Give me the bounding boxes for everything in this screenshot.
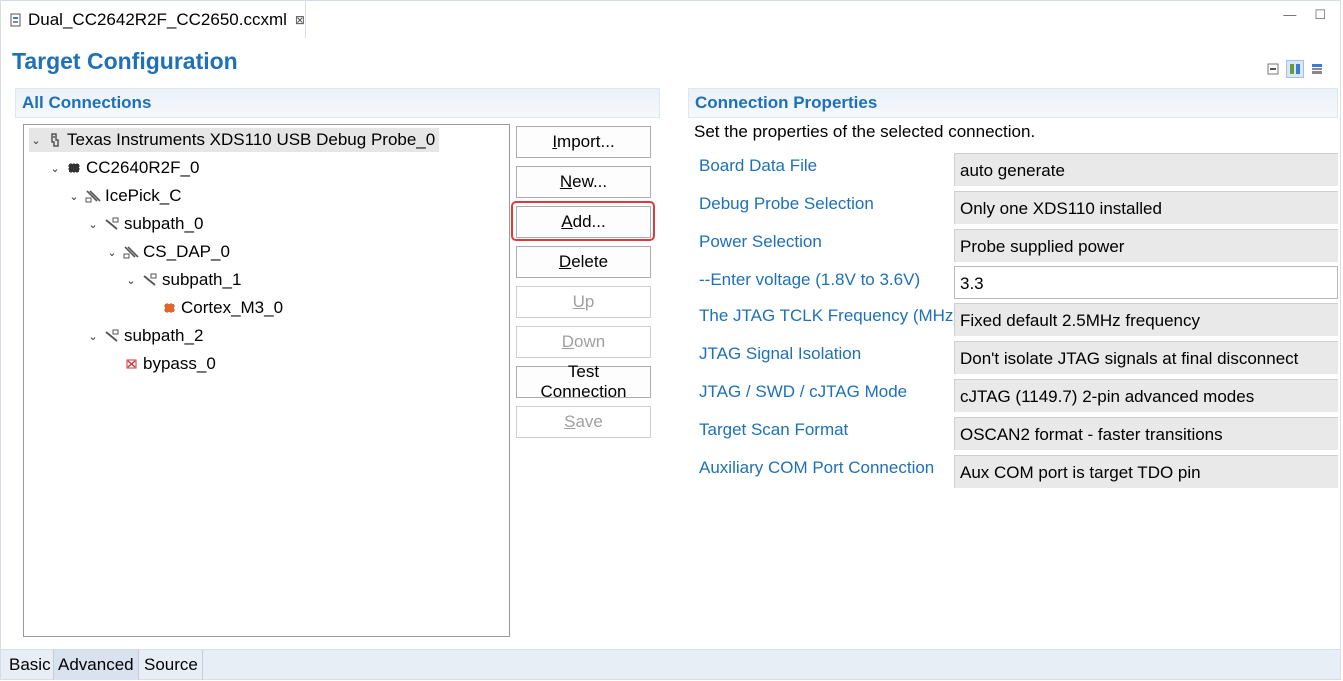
prop-label-debug-probe-selection: Debug Probe Selection (699, 194, 874, 213)
prop-label-enter-voltage: --Enter voltage (1.8V to 3.6V) (699, 270, 921, 289)
save-button[interactable]: Save (516, 406, 651, 438)
properties-description: Set the properties of the selected conne… (694, 122, 1036, 141)
subpath-icon (143, 273, 157, 286)
tree-node-debug-probe[interactable]: ⌄ Texas Instruments XDS110 USB Debug Pro… (29, 128, 440, 152)
tree-node-cc2640r2f[interactable]: ⌄ CC2640R2F_0 (48, 156, 199, 180)
voltage-input[interactable]: 3.3 (954, 266, 1338, 299)
layout-columns-icon[interactable] (1286, 60, 1304, 78)
editor-tab-title: Dual_CC2642R2F_CC2650.ccxml (28, 9, 287, 29)
new-button[interactable]: New... (516, 166, 651, 198)
collapse-all-icon[interactable] (1264, 60, 1282, 78)
tree-node-label: CC2640R2F_0 (86, 158, 200, 177)
router-icon (123, 246, 139, 259)
ccxml-file-icon (10, 13, 21, 26)
prop-value-target-scan-format[interactable]: OSCAN2 format - faster transitions (954, 417, 1338, 450)
tree-node-cortex-m3[interactable]: Cortex_M3_0 (160, 296, 283, 320)
all-connections-header: All Connections (15, 88, 660, 118)
tree-node-cs-dap[interactable]: ⌄ CS_DAP_0 (105, 240, 230, 264)
tab-advanced[interactable]: Advanced (53, 650, 139, 680)
bypass-icon (126, 359, 137, 369)
expand-toggle-icon[interactable]: ⌄ (124, 274, 138, 287)
prop-value-jtag-signal-isolation[interactable]: Don't isolate JTAG signals at final disc… (954, 341, 1338, 374)
window-controls: — ☐ (1283, 7, 1326, 23)
prop-label-aux-com-port: Auxiliary COM Port Connection (699, 458, 935, 477)
tab-source[interactable]: Source (140, 650, 203, 680)
prop-label-jtag-mode: JTAG / SWD / cJTAG Mode (699, 382, 908, 401)
tab-basic[interactable]: Basic (5, 650, 56, 680)
subpath-icon (105, 217, 119, 230)
page-title: Target Configuration (12, 48, 238, 74)
delete-button[interactable]: Delete (516, 246, 651, 278)
cpu-icon (164, 303, 175, 313)
tree-node-label: subpath_2 (124, 326, 204, 345)
expand-toggle-icon[interactable]: ⌄ (29, 134, 43, 147)
close-icon[interactable]: ⊠ (295, 13, 305, 27)
connection-properties-header: Connection Properties (688, 88, 1338, 118)
tree-node-label: CS_DAP_0 (143, 242, 230, 261)
chip-icon (68, 163, 80, 173)
tree-node-subpath-0[interactable]: ⌄ subpath_0 (86, 212, 203, 236)
prop-value-debug-probe-selection[interactable]: Only one XDS110 installed (954, 191, 1338, 224)
prop-value-board-data-file[interactable]: auto generate (954, 153, 1338, 186)
prop-value-power-selection[interactable]: Probe supplied power (954, 229, 1338, 262)
prop-label-jtag-signal-isolation: JTAG Signal Isolation (699, 344, 862, 363)
expand-toggle-icon[interactable]: ⌄ (86, 218, 100, 231)
router-icon (85, 190, 101, 203)
connections-tree[interactable]: ⌄ Texas Instruments XDS110 USB Debug Pro… (23, 124, 510, 637)
debug-probe-icon (51, 133, 59, 147)
up-button[interactable]: Up (516, 286, 651, 318)
prop-value-jtag-tclk-frequency[interactable]: Fixed default 2.5MHz frequency (954, 303, 1338, 336)
import-button[interactable]: Import... (516, 126, 651, 158)
layout-rows-icon[interactable] (1308, 60, 1326, 78)
prop-label-target-scan-format: Target Scan Format (699, 420, 849, 439)
tree-node-bypass[interactable]: bypass_0 (122, 352, 216, 376)
expand-toggle-icon[interactable]: ⌄ (67, 190, 81, 203)
bottom-tab-bar: Basic Advanced Source (0, 649, 1341, 680)
minimize-icon[interactable]: — (1283, 7, 1296, 23)
expand-toggle-icon[interactable]: ⌄ (48, 162, 62, 175)
tree-node-label: subpath_1 (162, 270, 242, 289)
tree-node-icepick[interactable]: ⌄ IcePick_C (67, 184, 182, 208)
prop-value-aux-com-port[interactable]: Aux COM port is target TDO pin (954, 455, 1338, 488)
tree-node-label: Texas Instruments XDS110 USB Debug Probe… (67, 130, 436, 149)
prop-label-power-selection: Power Selection (699, 232, 822, 251)
down-button[interactable]: Down (516, 326, 651, 358)
subpath-icon (105, 329, 119, 342)
editor-tab-bar: Dual_CC2642R2F_CC2650.ccxml ⊠ — ☐ (0, 0, 1341, 38)
editor-tab[interactable]: Dual_CC2642R2F_CC2650.ccxml ⊠ (2, 1, 306, 38)
tree-node-subpath-1[interactable]: ⌄ subpath_1 (124, 268, 241, 292)
tree-node-label: Cortex_M3_0 (181, 298, 284, 317)
tree-node-label: bypass_0 (143, 354, 216, 373)
expand-toggle-icon[interactable]: ⌄ (105, 246, 119, 259)
tree-node-subpath-2[interactable]: ⌄ subpath_2 (86, 324, 203, 348)
test-connection-button[interactable]: Test Connection (516, 362, 651, 401)
add-button-highlight (511, 201, 655, 241)
prop-label-jtag-tclk-frequency: The JTAG TCLK Frequency (MHz) (699, 306, 960, 325)
prop-label-board-data-file: Board Data File (699, 156, 818, 175)
tree-node-label: IcePick_C (105, 186, 182, 205)
tree-node-label: subpath_0 (124, 214, 204, 233)
maximize-icon[interactable]: ☐ (1314, 7, 1326, 23)
prop-value-jtag-mode[interactable]: cJTAG (1149.7) 2-pin advanced modes (954, 379, 1338, 412)
view-toolbar (1264, 60, 1326, 78)
expand-toggle-icon[interactable]: ⌄ (86, 330, 100, 343)
